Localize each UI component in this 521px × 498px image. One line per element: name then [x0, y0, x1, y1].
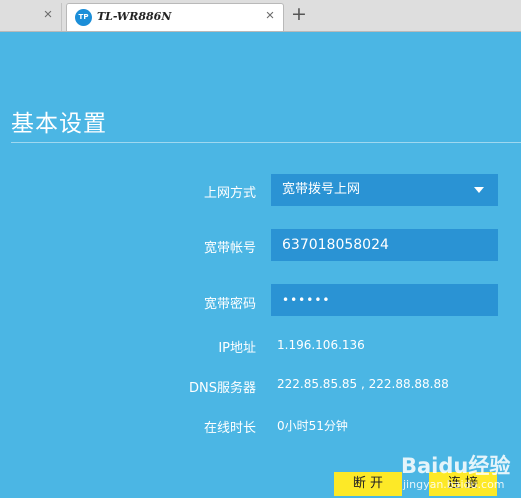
browser-tab-active[interactable]: TP TL-WR886N ×	[66, 3, 284, 31]
browser-tab-inactive[interactable]: ×	[0, 3, 62, 31]
account-input[interactable]: 637018058024	[271, 229, 498, 261]
chevron-down-icon	[474, 187, 484, 193]
watermark-main: Baidu经验	[401, 454, 511, 478]
router-settings-page: 基本设置 上网方式 宽带拨号上网 宽带帐号 637018058024 宽带密码 …	[0, 32, 521, 498]
ip-label: IP地址	[218, 341, 256, 356]
connection-type-select[interactable]: 宽带拨号上网	[271, 174, 498, 206]
browser-tab-strip: × TP TL-WR886N × +	[0, 0, 521, 32]
password-input[interactable]: ••••••	[271, 284, 498, 316]
connection-type-label: 上网方式	[203, 186, 256, 201]
dns-value: 222.85.85.85 , 222.88.88.88	[277, 377, 449, 391]
account-label: 宽带帐号	[203, 241, 256, 256]
connection-type-value: 宽带拨号上网	[282, 182, 361, 197]
tab-title: TL-WR886N	[97, 10, 172, 23]
account-value: 637018058024	[282, 237, 389, 253]
online-time-value: 0小时51分钟	[277, 419, 348, 433]
tp-link-logo-icon: TP	[75, 9, 92, 26]
ip-value: 1.196.106.136	[277, 338, 365, 352]
close-icon[interactable]: ×	[263, 8, 277, 23]
online-time-label: 在线时长	[203, 421, 256, 436]
watermark-url: jingyan.baidu.com	[403, 478, 505, 491]
page-title: 基本设置	[11, 111, 107, 137]
baidu-watermark: Baidu经验 jingyan.baidu.com	[395, 450, 521, 498]
password-label: 宽带密码	[203, 297, 256, 312]
new-tab-icon[interactable]: +	[290, 5, 308, 24]
password-value: ••••••	[282, 293, 331, 307]
disconnect-button[interactable]: 断 开	[334, 472, 402, 496]
close-icon[interactable]: ×	[41, 7, 55, 22]
dns-label: DNS服务器	[189, 381, 256, 396]
title-divider	[11, 142, 521, 143]
